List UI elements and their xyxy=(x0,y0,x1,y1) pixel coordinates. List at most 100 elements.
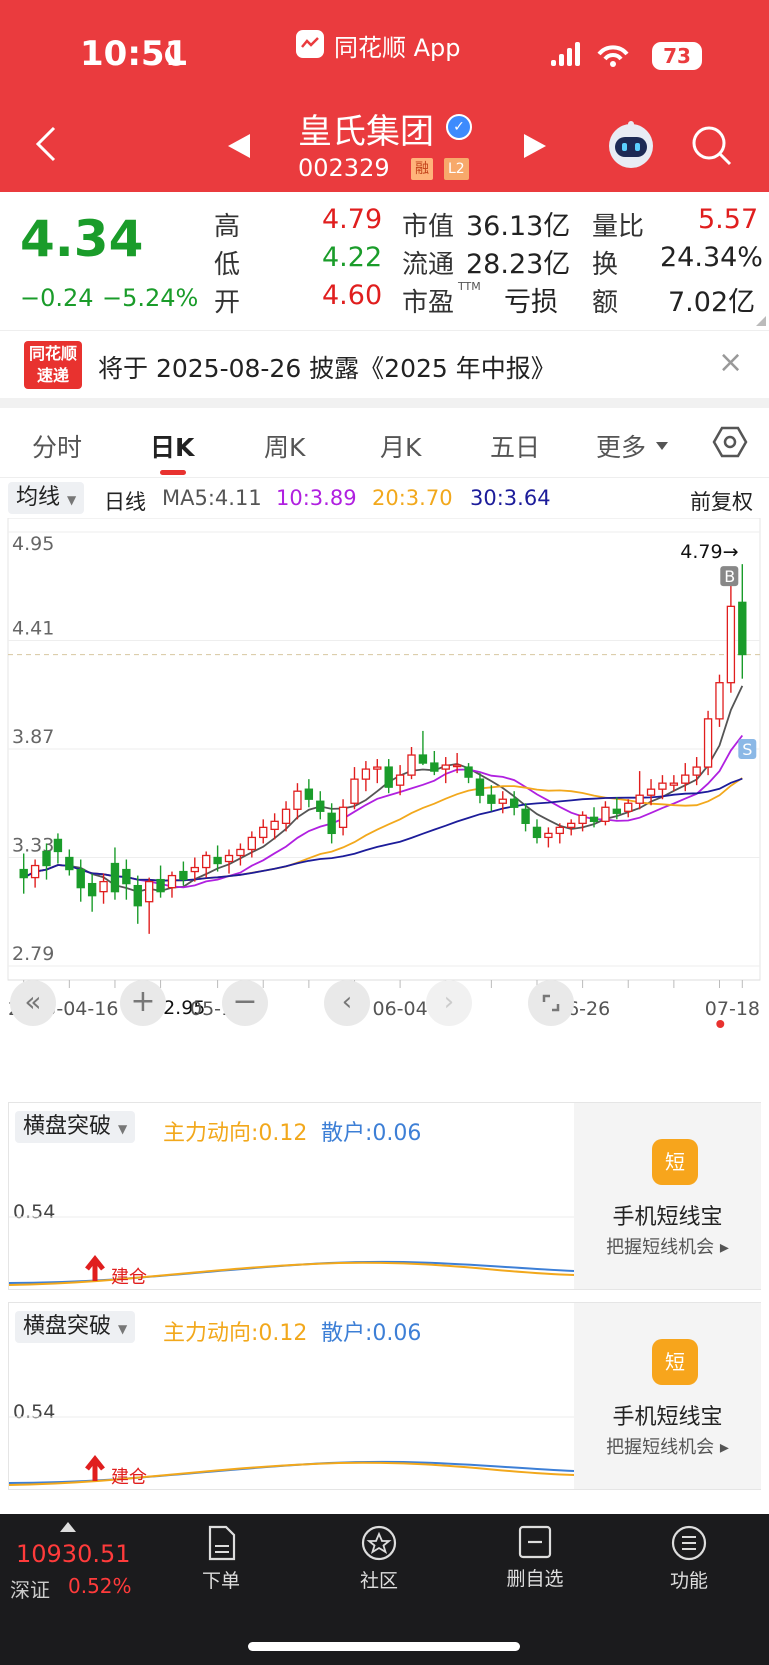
stock-name: 皇氏集团 xyxy=(298,112,434,152)
short-term-icon: 短 xyxy=(652,1339,698,1385)
low-label: 低 xyxy=(214,250,241,280)
index-name: 深证 xyxy=(10,1578,50,1602)
candle-body xyxy=(236,848,245,857)
order-label: 下单 xyxy=(201,1570,240,1592)
candle-body xyxy=(247,836,257,851)
search-icon[interactable] xyxy=(690,124,734,172)
zoom-out-button[interactable]: − xyxy=(222,980,268,1026)
remove-watchlist-button[interactable]: 删自选 xyxy=(480,1524,590,1591)
candle-body xyxy=(281,808,291,824)
tab-more[interactable]: 更多 xyxy=(596,428,646,464)
candle-body xyxy=(452,764,462,768)
index-value[interactable]: 10930.51 xyxy=(16,1540,131,1568)
float-label: 流通 xyxy=(402,250,455,280)
candle-body xyxy=(361,768,371,780)
ma20-line xyxy=(23,777,743,882)
candle-body xyxy=(578,814,587,824)
notice-logo-line2: 速递 xyxy=(36,366,69,385)
functions-icon xyxy=(671,1525,707,1561)
close-icon[interactable]: × xyxy=(718,345,743,380)
stock-code: 002329 xyxy=(298,154,390,182)
divider xyxy=(0,398,769,408)
candle-body xyxy=(692,766,701,776)
candle-body xyxy=(624,802,633,812)
candle-body xyxy=(715,682,724,720)
current-price: 4.34 xyxy=(20,210,144,268)
candle-body xyxy=(612,808,622,814)
candle-body xyxy=(373,766,382,770)
tab-daily-k[interactable]: 日K xyxy=(150,428,194,464)
candle-body xyxy=(589,816,599,822)
buy-signal-label: 建仓 xyxy=(111,1467,147,1488)
fullscreen-button[interactable] xyxy=(528,980,574,1026)
buy-signal-label: 建仓 xyxy=(111,1267,147,1288)
turnover-value: 24.34% xyxy=(660,242,763,273)
ma-selector[interactable]: 均线 ▼ xyxy=(8,482,85,514)
back-icon[interactable] xyxy=(32,124,60,168)
ma20-value: 20:3.70 xyxy=(372,486,453,510)
high-value: 4.79 xyxy=(322,204,383,235)
candle-body xyxy=(316,800,325,812)
candle-body xyxy=(475,778,485,796)
candle-body xyxy=(65,856,74,871)
x-tick-label: 06-04 xyxy=(373,998,428,1020)
candle-body xyxy=(338,806,348,829)
candle-body xyxy=(521,808,530,824)
next-stock-icon[interactable] xyxy=(522,132,548,164)
indicator-panel-2: 横盘突破 ▼ 主力动向:0.12 散户:0.06 0.54 建仓 短 手机短线宝… xyxy=(8,1302,761,1490)
indicator-panel-1: 横盘突破 ▼ 主力动向:0.12 散户:0.06 0.54 建仓 短 手机短线宝… xyxy=(8,1102,761,1290)
notice-banner[interactable]: 同花顺 速递 将于 2025-08-26 披露《2025 年中报》 × xyxy=(0,330,769,398)
candle-body xyxy=(122,868,131,885)
prev-stock-icon[interactable] xyxy=(226,132,252,164)
tab-weekly-k[interactable]: 周K xyxy=(264,428,305,464)
short-term-icon: 短 xyxy=(652,1139,698,1185)
expand-corner-icon[interactable] xyxy=(756,316,766,326)
ma30-line xyxy=(23,777,743,882)
candle-body xyxy=(726,605,736,684)
bottom-toolbar: 10930.51 深证 0.52% 下单 社区 删自选 功能 xyxy=(0,1514,769,1665)
remove-watchlist-icon xyxy=(518,1525,552,1559)
adjust-mode[interactable]: 前复权 xyxy=(690,486,753,516)
notice-logo-icon: 同花顺 速递 xyxy=(24,341,82,389)
candle-body xyxy=(544,832,553,839)
turnover-label: 换 xyxy=(592,250,619,280)
scroll-left-button[interactable]: ‹ xyxy=(324,980,370,1026)
volratio-label: 量比 xyxy=(592,212,645,242)
candle-body xyxy=(87,882,97,897)
scroll-right-button[interactable]: › xyxy=(426,980,472,1026)
candle-body xyxy=(703,718,713,768)
buy-marker: B xyxy=(724,567,735,586)
kline-chart[interactable]: 4.95 4.41 3.87 3.33 2.79 4.79→ ←2.95 B S 2025-04-… xyxy=(0,517,769,1088)
order-button[interactable]: 下单 xyxy=(166,1524,276,1593)
short-term-ad[interactable]: 短 手机短线宝 把握短线机会 ▸ xyxy=(574,1103,761,1289)
candle-body xyxy=(498,798,507,804)
candle-body xyxy=(76,868,85,889)
rewind-button[interactable]: « xyxy=(10,980,56,1026)
zoom-in-button[interactable]: + xyxy=(120,980,166,1026)
community-button[interactable]: 社区 xyxy=(324,1524,434,1593)
candle-body xyxy=(304,788,314,800)
candle-body xyxy=(418,754,428,764)
candle-body xyxy=(133,884,142,907)
ma-selector-label: 均线 xyxy=(16,485,61,510)
quote-panel: 4.34 −0.24 −5.24% 高 4.79 低 4.22 开 4.60 市… xyxy=(0,192,769,328)
notice-text: 将于 2025-08-26 披露《2025 年中报》 xyxy=(98,354,556,383)
robot-assistant-icon[interactable] xyxy=(606,120,656,174)
tab-intraday[interactable]: 分时 xyxy=(32,428,82,464)
header-bar: 10:51 同花顺 App 73 皇氏集团 ✓ 002329 融 L2 xyxy=(0,0,769,192)
mktcap-label: 市值 xyxy=(402,212,455,242)
tab-monthly-k[interactable]: 月K xyxy=(380,428,421,464)
mktcap-value: 36.13亿 xyxy=(466,211,571,242)
settings-hexagon-icon[interactable] xyxy=(712,424,748,464)
high-marker: 4.79→ xyxy=(680,541,738,563)
candle-body xyxy=(293,790,302,810)
short-term-ad[interactable]: 短 手机短线宝 把握短线机会 ▸ xyxy=(574,1303,761,1489)
candle-body xyxy=(601,806,610,822)
candle-body xyxy=(99,880,108,893)
ma5-value: MA5:4.11 xyxy=(162,486,262,510)
candle-body xyxy=(202,854,211,869)
functions-button[interactable]: 功能 xyxy=(634,1524,744,1593)
kline-svg: 4.954.413.873.332.794.79→←2.95BS2025-04-… xyxy=(7,517,761,1028)
tab-five-day[interactable]: 五日 xyxy=(490,428,540,464)
notice-logo-line1: 同花顺 xyxy=(28,344,77,363)
